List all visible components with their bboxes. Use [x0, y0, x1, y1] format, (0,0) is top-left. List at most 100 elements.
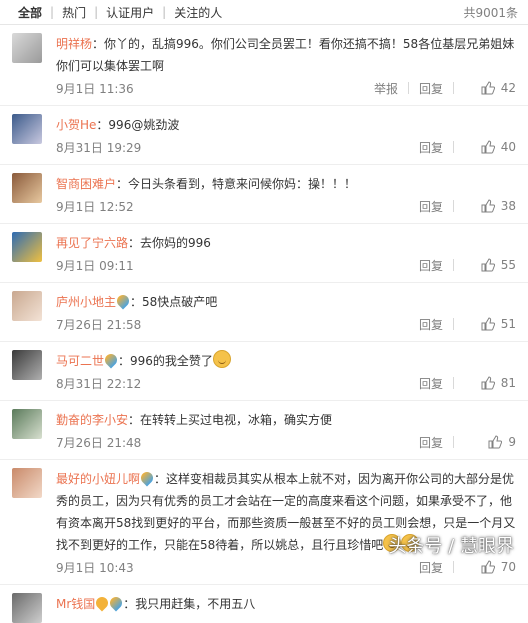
comment-time: 8月31日 22:12: [56, 376, 142, 391]
comment-total-count: 共9001条: [463, 5, 518, 20]
tab-all[interactable]: 全部: [10, 4, 50, 21]
comment-meta: 9月1日 09:11 回复 55: [56, 254, 516, 276]
comment-actions: 回复 9: [409, 431, 516, 453]
avatar[interactable]: [12, 291, 42, 321]
comment-text: 庐州小地主 ：58快点破产吧: [56, 291, 516, 313]
comment-item: 明祥杨：你丫的，乱搞996。你们公司全员罢工！看你还搞不搞！58各位基层兄弟姐妹…: [0, 25, 528, 106]
comment-meta: 9月1日 10:43 回复 70: [56, 556, 516, 578]
comment-text: 马可二世 ：996的我全赞了: [56, 350, 516, 372]
like-button[interactable]: 42: [454, 81, 516, 95]
comment-author[interactable]: 马可二世: [56, 354, 104, 368]
comment-author[interactable]: 最好的小妞儿啊: [56, 472, 140, 486]
reply-button[interactable]: 回复: [409, 316, 453, 333]
comment-author[interactable]: 小贺He: [56, 118, 96, 132]
comment-item: 马可二世 ：996的我全赞了 8月31日 22:12 回复 81: [0, 342, 528, 401]
thumbs-up-icon: [481, 560, 495, 574]
comment-meta: 7月26日 21:58 回复 51: [56, 313, 516, 335]
avatar[interactable]: [12, 593, 42, 623]
comment-item: 智商困难户：今日头条看到，特意来问候你妈：操！！！ 9月1日 12:52 回复 …: [0, 165, 528, 224]
comment-item: 庐州小地主 ：58快点破产吧 7月26日 21:58 回复 51: [0, 283, 528, 342]
like-button[interactable]: 81: [454, 376, 516, 390]
like-count: 51: [500, 317, 516, 331]
thumbs-up-icon: [481, 199, 495, 213]
comment-actions: 回复 38: [409, 195, 516, 217]
comment-body: ：在转转上买过电视，冰箱，确实方便: [128, 413, 333, 427]
thumbs-up-icon: [481, 258, 495, 272]
avatar[interactable]: [12, 232, 42, 262]
like-button[interactable]: 55: [454, 258, 516, 272]
reply-button[interactable]: 回复: [409, 434, 453, 451]
comment-body: ：你丫的，乱搞996。你们公司全员罢工！看你还搞不搞！58各位基层兄弟姐妹你们可…: [56, 37, 515, 73]
reply-button[interactable]: 回复: [409, 559, 453, 576]
reply-button[interactable]: 回复: [409, 198, 453, 215]
reply-button[interactable]: 回复: [409, 375, 453, 392]
comment-text: 智商困难户：今日头条看到，特意来问候你妈：操！！！: [56, 173, 516, 195]
comment-body: ：996的我全赞了: [118, 354, 213, 368]
comment-time: 9月1日 09:11: [56, 258, 134, 273]
comment-author[interactable]: 明祥杨: [56, 37, 92, 51]
like-button[interactable]: 51: [454, 317, 516, 331]
reply-button[interactable]: 回复: [409, 80, 453, 97]
like-count: 70: [500, 560, 516, 574]
comment-actions: 回复 70: [409, 556, 516, 578]
tab-hot[interactable]: 热门: [54, 4, 94, 21]
tab-verified[interactable]: 认证用户: [98, 4, 162, 21]
comment-body: ：我只用赶集，不用五八: [123, 597, 256, 611]
vip-badge-icon: [102, 351, 120, 369]
avatar[interactable]: [12, 33, 42, 63]
comment-item: 最好的小妞儿啊 ：这样变相裁员其实从根本上就不对，因为离开你公司的大部分是优秀的员…: [0, 460, 528, 585]
smirk-emoji-icon: [212, 350, 231, 368]
comment-time: 7月26日 21:58: [56, 317, 142, 332]
avatar[interactable]: [12, 114, 42, 144]
comment-text: 再见了宁六路：去你妈的996: [56, 232, 516, 254]
tab-following[interactable]: 关注的人: [166, 4, 230, 21]
thumbs-up-icon: [481, 376, 495, 390]
watermark-text: 头条号 / 慧眼界: [388, 536, 514, 557]
comment-time: 7月26日 21:48: [56, 435, 142, 450]
comment-text: 小贺He：996@姚劲波: [56, 114, 516, 136]
comment-tabs: 全部 | 热门 | 认证用户 | 关注的人 共9001条: [0, 0, 528, 25]
comment-author[interactable]: 智商困难户: [56, 177, 116, 191]
like-count: 38: [500, 199, 516, 213]
vip-badge-icon: [107, 594, 125, 612]
comment-body: ：去你妈的996: [128, 236, 211, 250]
like-count: 42: [500, 81, 516, 95]
vip-badge-icon: [114, 292, 132, 310]
comment-time: 9月1日 12:52: [56, 199, 134, 214]
comment-body: ：58快点破产吧: [130, 295, 218, 309]
comment-author[interactable]: 再见了宁六路: [56, 236, 128, 250]
comment-author[interactable]: 勤奋的李小安: [56, 413, 128, 427]
reply-button[interactable]: 回复: [409, 139, 453, 156]
comment-text: Mr钱国 ：我只用赶集，不用五八: [56, 593, 516, 615]
like-button[interactable]: 70: [454, 560, 516, 574]
comment-actions: 回复 40: [409, 136, 516, 158]
like-count: 81: [500, 376, 516, 390]
thumbs-up-icon: [481, 81, 495, 95]
report-button[interactable]: 举报: [364, 80, 408, 97]
comment-item: Mr钱国 ：我只用赶集，不用五八: [0, 585, 528, 623]
comment-author[interactable]: Mr钱国: [56, 597, 95, 611]
comment-meta: 7月26日 21:48 回复 9: [56, 431, 516, 453]
like-count: 9: [508, 435, 516, 449]
comment-actions: 回复 51: [409, 313, 516, 335]
like-button[interactable]: 40: [454, 140, 516, 154]
comment-meta: 9月1日 11:36 举报 回复 42: [56, 77, 516, 99]
comment-actions: 举报 回复 42: [364, 77, 516, 99]
comment-time: 9月1日 10:43: [56, 560, 134, 575]
like-button[interactable]: 9: [454, 435, 516, 449]
comment-text: 勤奋的李小安：在转转上买过电视，冰箱，确实方便: [56, 409, 516, 431]
comment-body: ：996@姚劲波: [96, 118, 180, 132]
reply-button[interactable]: 回复: [409, 257, 453, 274]
comment-meta: 8月31日 22:12 回复 81: [56, 372, 516, 394]
avatar[interactable]: [12, 350, 42, 380]
comment-actions: 回复 55: [409, 254, 516, 276]
like-button[interactable]: 38: [454, 199, 516, 213]
like-count: 40: [500, 140, 516, 154]
thumbs-up-icon: [481, 140, 495, 154]
comment-actions: 回复 81: [409, 372, 516, 394]
comment-author[interactable]: 庐州小地主: [56, 295, 116, 309]
avatar[interactable]: [12, 409, 42, 439]
avatar[interactable]: [12, 468, 42, 498]
thumbs-up-icon: [488, 435, 503, 449]
avatar[interactable]: [12, 173, 42, 203]
